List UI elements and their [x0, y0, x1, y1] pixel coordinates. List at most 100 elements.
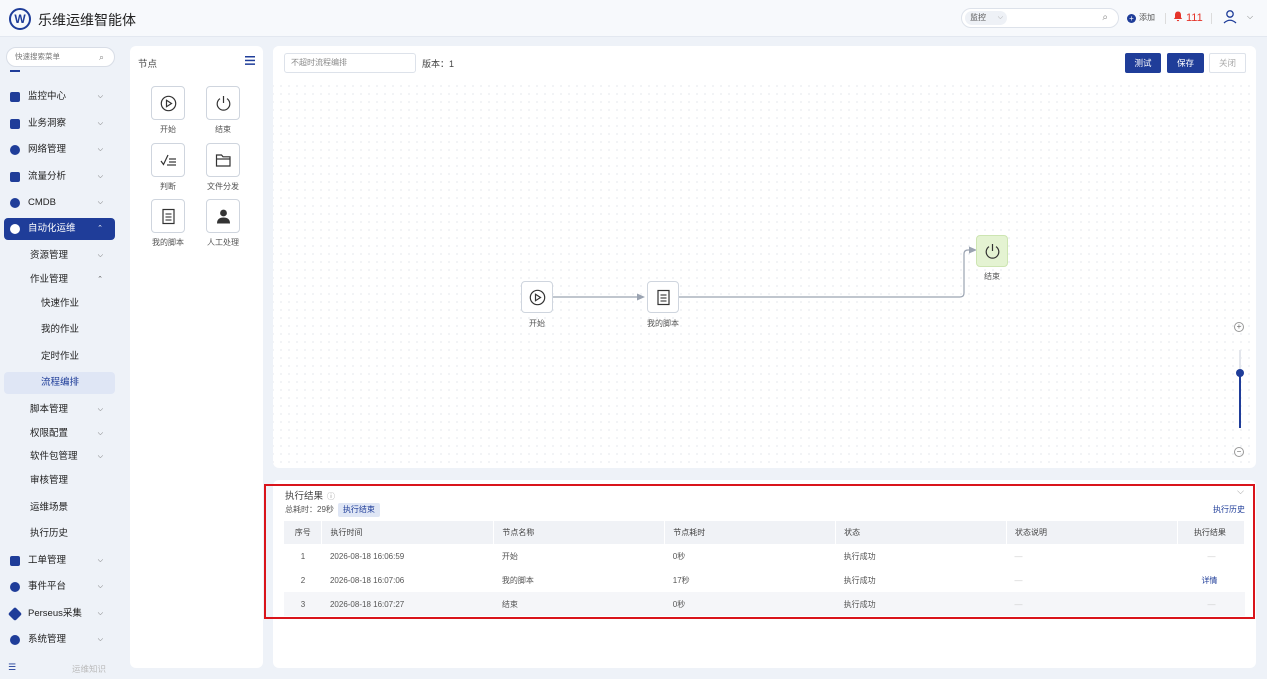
sidebar-job-quick[interactable]: 快速作业	[4, 293, 115, 315]
divider	[1211, 13, 1212, 24]
sidebar-item-label: 业务洞察	[28, 118, 67, 129]
chevron-down-icon: ⌵	[97, 636, 103, 643]
sidebar-sub-scene[interactable]: 运维场景	[4, 497, 115, 519]
sidebar-sub-script[interactable]: 脚本管理 ⌵	[4, 399, 115, 421]
user-icon[interactable]	[1222, 9, 1238, 25]
search-icon[interactable]: ⌕	[1102, 12, 1108, 23]
app-logo[interactable]: W	[9, 8, 31, 30]
list-menu-icon[interactable]	[245, 56, 255, 65]
sidebar-item-label: 事件平台	[28, 581, 67, 592]
zoom-in-icon[interactable]: +	[1234, 322, 1244, 332]
flow-node-script[interactable]	[647, 281, 679, 313]
sidebar-sub-label: 脚本管理	[30, 404, 69, 415]
chevron-down-icon[interactable]: ⌵	[1247, 12, 1253, 22]
sidebar-item-label: 工单管理	[28, 555, 67, 566]
node-panel: 节点 开始 结束 判断 文件分发 我的脚本 人工处理	[130, 46, 263, 668]
sidebar-item-event[interactable]: 事件平台 ⌵	[4, 576, 115, 598]
sidebar-item-label: 网络管理	[28, 144, 67, 155]
sidebar-bottom-text[interactable]: 运维知识	[72, 663, 106, 675]
chevron-down-icon: ⌵	[97, 610, 103, 617]
sidebar-item-traffic[interactable]: 流量分析 ⌵	[4, 166, 115, 188]
chevron-down-icon: ⌵	[97, 557, 103, 564]
chevron-up-icon: ⌃	[97, 225, 103, 232]
flow-node-label: 结束	[984, 272, 1000, 281]
bell-icon[interactable]	[1173, 11, 1183, 25]
folder-icon	[215, 154, 231, 167]
sidebar-sub-label: 软件包管理	[30, 451, 78, 462]
flow-connectors	[553, 246, 977, 301]
sidebar-item-network[interactable]: 网络管理 ⌵	[4, 139, 115, 161]
sidebar-sub-audit[interactable]: 审核管理	[4, 470, 115, 492]
node-label: 文件分发	[207, 182, 239, 191]
sidebar-item-monitor[interactable]: 监控中心 ⌵	[4, 86, 115, 108]
sidebar-job-mine[interactable]: 我的作业	[4, 319, 115, 341]
branch-icon	[160, 154, 176, 166]
top-bar: W 乐维运维智能体 监控 ⌵ ⌕ + 添加 111 ⌵	[0, 0, 1267, 37]
sidebar-item-label: 监控中心	[28, 91, 67, 102]
chevron-up-icon: ⌃	[97, 276, 103, 283]
zoom-out-icon[interactable]: −	[1234, 447, 1244, 457]
sidebar-item-ticket[interactable]: 工单管理 ⌵	[4, 550, 115, 572]
chevron-down-icon: ⌵	[97, 173, 103, 180]
play-icon	[160, 95, 177, 112]
chevron-down-icon: ⌵	[97, 453, 103, 460]
sidebar-item-business[interactable]: 业务洞察 ⌵	[4, 113, 115, 135]
sidebar-item-automation[interactable]: 自动化运维 ⌃	[4, 218, 115, 240]
node-label: 人工处理	[207, 238, 239, 247]
sidebar: 快速搜索菜单 ⌕ 监控中心 ⌵ 业务洞察 ⌵ 网络管理 ⌵ 流量分析 ⌵ CMDB ⌵ 自…	[0, 37, 128, 679]
search-icon[interactable]: ⌕	[99, 48, 104, 66]
bell-icon	[10, 582, 20, 592]
chevron-down-icon: ⌵	[97, 406, 103, 413]
settings-icon	[10, 635, 20, 645]
sidebar-sub-resource[interactable]: 资源管理 ⌵	[4, 245, 115, 267]
sidebar-sub-permission[interactable]: 权限配置 ⌵	[4, 423, 115, 445]
flow-node-end[interactable]	[976, 235, 1008, 267]
sidebar-sub-package[interactable]: 软件包管理 ⌵	[4, 446, 115, 468]
sidebar-item-label: CMDB	[28, 197, 56, 208]
node-end-tile[interactable]	[206, 86, 240, 120]
flow-canvas[interactable]: 不超时流程编排 版本：1 测试 保存 关闭 开始 我的脚本 结束 + −	[273, 46, 1256, 468]
script-icon	[162, 208, 175, 225]
sidebar-item-cmdb[interactable]: CMDB ⌵	[4, 192, 115, 214]
business-icon	[10, 119, 20, 129]
sidebar-job-scheduled[interactable]: 定时作业	[4, 346, 115, 368]
traffic-icon	[10, 172, 20, 182]
node-manual-tile[interactable]	[206, 199, 240, 233]
sidebar-sub-history[interactable]: 执行历史	[4, 523, 115, 545]
script-icon	[657, 289, 670, 306]
sidebar-item-system[interactable]: 系统管理 ⌵	[4, 629, 115, 651]
plus-icon: +	[1127, 14, 1136, 23]
divider	[1165, 13, 1166, 24]
sidebar-sub-label: 审核管理	[30, 475, 69, 486]
node-label: 开始	[160, 125, 176, 134]
node-script-tile[interactable]	[151, 199, 185, 233]
node-file-tile[interactable]	[206, 143, 240, 177]
sidebar-item-perseus[interactable]: Perseus采集 ⌵	[4, 603, 115, 625]
chevron-down-icon: ⌵	[97, 252, 103, 259]
collapse-menu-icon[interactable]: ☰	[8, 662, 16, 673]
flow-node-label: 我的脚本	[647, 319, 679, 328]
chevron-down-icon: ⌵	[997, 14, 1003, 21]
flow-node-start[interactable]	[521, 281, 553, 313]
sidebar-item-label: Perseus采集	[28, 608, 82, 619]
sidebar-item-label: 系统管理	[28, 634, 67, 645]
chevron-down-icon: ⌵	[97, 583, 103, 590]
sidebar-sub-label: 权限配置	[30, 428, 69, 439]
alarm-count[interactable]: 111	[1186, 12, 1203, 24]
add-label: 添加	[1139, 13, 1155, 22]
chevron-down-icon: ⌵	[97, 93, 103, 100]
sidebar-item-label: 流量分析	[28, 171, 67, 182]
node-judge-tile[interactable]	[151, 143, 185, 177]
menu-search-input[interactable]: 快速搜索菜单 ⌕	[6, 47, 115, 67]
power-icon	[216, 96, 231, 111]
global-search[interactable]: 监控 ⌵ ⌕	[961, 8, 1119, 28]
sidebar-sub-job[interactable]: 作业管理 ⌃	[4, 269, 115, 291]
add-button[interactable]: + 添加	[1127, 12, 1155, 23]
app-title: 乐维运维智能体	[38, 12, 136, 28]
sidebar-sub-label: 运维场景	[30, 502, 69, 513]
node-start-tile[interactable]	[151, 86, 185, 120]
ticket-icon	[10, 556, 20, 566]
search-category-select[interactable]: 监控 ⌵	[965, 11, 1007, 25]
sidebar-job-flow[interactable]: 流程编排	[4, 372, 115, 394]
search-category-label: 监控	[970, 13, 986, 22]
